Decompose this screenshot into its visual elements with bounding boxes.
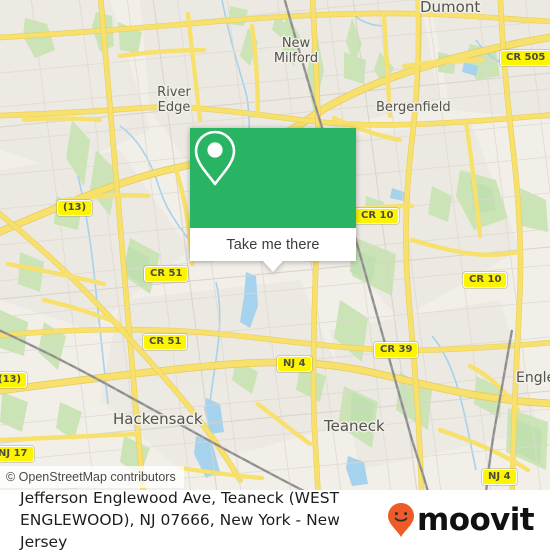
- road-shield-cr-505[interactable]: CR 505: [500, 50, 550, 66]
- osm-attribution[interactable]: © OpenStreetMap contributors: [0, 466, 184, 488]
- location-title-line2: ENGLEWOOD), NJ 07666, New York - New Jer…: [20, 511, 340, 550]
- location-title: Jefferson Englewood Ave, Teaneck (WEST E…: [0, 487, 386, 550]
- location-popup-card[interactable]: Take me there: [190, 128, 356, 272]
- road-shield-cr-51-a[interactable]: CR 51: [144, 266, 189, 282]
- footer-bar: Jefferson Englewood Ave, Teaneck (WEST E…: [0, 487, 550, 550]
- road-shield-nj-4-b[interactable]: NJ 4: [482, 469, 517, 485]
- map-canvas[interactable]: .blk { fill:#ebe7e0; } .park { fill:#c9e…: [0, 0, 550, 490]
- road-shield-cr-10-b[interactable]: CR 10: [463, 272, 508, 288]
- map-pin-icon: [194, 130, 236, 186]
- location-title-line1: Jefferson Englewood Ave, Teaneck (WEST: [20, 489, 340, 507]
- moovit-smiley-pin-icon: [388, 503, 415, 537]
- take-me-there-label: Take me there: [226, 236, 320, 253]
- road-shield-13[interactable]: (13): [57, 200, 93, 216]
- road-shield-cr-51-b[interactable]: CR 51: [143, 334, 188, 350]
- moovit-wordmark: moovit: [417, 501, 535, 538]
- road-shield-nj-17[interactable]: NJ 17: [0, 446, 34, 462]
- popup-tail: [263, 261, 283, 272]
- popup-header: [190, 128, 356, 228]
- road-shield-13-b[interactable]: (13): [0, 372, 28, 388]
- road-shield-nj-4-a[interactable]: NJ 4: [277, 356, 312, 372]
- road-shield-cr-39[interactable]: CR 39: [374, 342, 419, 358]
- moovit-logo[interactable]: moovit: [386, 502, 550, 538]
- road-shield-cr-10-a[interactable]: CR 10: [355, 208, 400, 224]
- map-screenshot: .blk { fill:#ebe7e0; } .park { fill:#c9e…: [0, 0, 550, 550]
- popup-action-row[interactable]: Take me there: [190, 228, 356, 261]
